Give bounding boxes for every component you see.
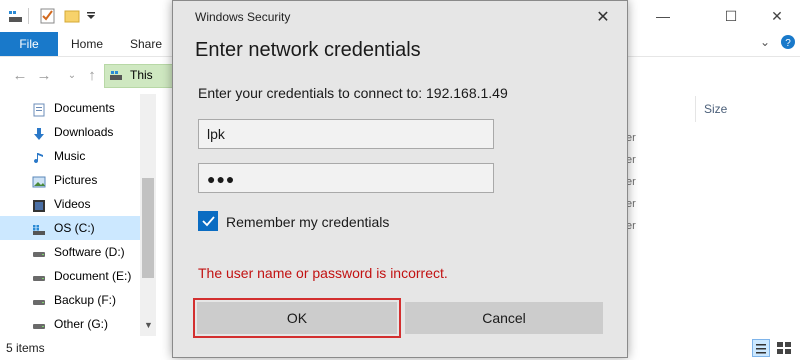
close-icon[interactable]: ✕ bbox=[754, 0, 800, 32]
remember-checkbox[interactable] bbox=[198, 211, 218, 231]
drive-icon bbox=[32, 269, 46, 283]
dialog-heading: Enter network credentials bbox=[195, 39, 421, 61]
nav-item-label: Music bbox=[54, 149, 86, 163]
file-list-area bbox=[628, 94, 800, 336]
nav-item[interactable]: Backup (F:) bbox=[0, 288, 140, 312]
properties-icon[interactable] bbox=[40, 8, 56, 24]
pictures-icon bbox=[32, 173, 46, 188]
nav-item-label: OS (C:) bbox=[54, 221, 95, 235]
password-mask: ●●● bbox=[207, 171, 236, 187]
titlebar-divider bbox=[28, 8, 29, 24]
explorer-app-icon bbox=[8, 8, 24, 24]
scrollbar-thumb[interactable] bbox=[142, 178, 154, 278]
music-icon bbox=[32, 149, 46, 164]
dialog-close-icon[interactable]: ✕ bbox=[585, 5, 621, 31]
column-separator[interactable] bbox=[695, 96, 696, 122]
nav-item-label: Software (D:) bbox=[54, 245, 125, 259]
cancel-button[interactable]: Cancel bbox=[405, 302, 603, 334]
nav-item-label: Other (G:) bbox=[54, 317, 109, 331]
navigation-scrollbar[interactable]: ▼ bbox=[140, 94, 156, 336]
downloads-icon bbox=[32, 125, 46, 140]
nav-item-label: Documents bbox=[54, 101, 115, 115]
nav-item-label: Document (E:) bbox=[54, 269, 132, 283]
back-arrow-icon[interactable]: ← bbox=[10, 66, 30, 86]
drive-icon bbox=[32, 293, 46, 307]
column-header-size[interactable]: Size bbox=[704, 102, 727, 116]
error-message: The user name or password is incorrect. bbox=[198, 265, 448, 281]
help-icon[interactable]: ? bbox=[780, 34, 796, 53]
ribbon-expand-icon[interactable]: ⌄ bbox=[760, 35, 770, 49]
checkmark-icon bbox=[202, 216, 215, 227]
tab-share[interactable]: Share bbox=[130, 32, 162, 56]
nav-item[interactable]: Document (E:) bbox=[0, 264, 140, 288]
svg-text:?: ? bbox=[785, 38, 791, 49]
nav-item-label: Pictures bbox=[54, 173, 98, 187]
nav-item-label: Videos bbox=[54, 197, 91, 211]
tab-file[interactable]: File bbox=[0, 32, 58, 56]
documents-icon bbox=[32, 101, 46, 117]
nav-item-label: Downloads bbox=[54, 125, 114, 139]
new-folder-icon[interactable] bbox=[64, 8, 80, 24]
recent-locations-chevron-icon[interactable]: ⌄ bbox=[62, 66, 82, 86]
username-field[interactable] bbox=[198, 119, 494, 149]
drive-os-icon bbox=[32, 221, 46, 235]
dialog-window-title: Windows Security bbox=[195, 10, 291, 24]
nav-item[interactable]: Other (G:) bbox=[0, 312, 140, 336]
dialog-prompt: Enter your credentials to connect to: 19… bbox=[198, 85, 508, 101]
large-icons-view-icon[interactable] bbox=[776, 340, 792, 359]
password-field[interactable]: ●●● bbox=[198, 163, 494, 193]
nav-item[interactable]: Software (D:) bbox=[0, 240, 140, 264]
nav-item[interactable]: Videos bbox=[0, 192, 140, 216]
ok-highlight-outline bbox=[193, 298, 401, 338]
nav-item-label: Backup (F:) bbox=[54, 293, 117, 307]
item-count: 5 items bbox=[6, 341, 45, 355]
videos-icon bbox=[32, 197, 46, 212]
nav-item[interactable]: Pictures bbox=[0, 168, 140, 192]
minimize-icon[interactable]: — bbox=[640, 0, 686, 32]
navigation-pane: Documents Downloads Music Pictures Videos OS … bbox=[0, 94, 156, 336]
tab-home[interactable]: Home bbox=[71, 32, 103, 56]
forward-arrow-icon[interactable]: → bbox=[34, 66, 54, 86]
drive-icon bbox=[32, 245, 46, 259]
nav-item[interactable]: Documents bbox=[0, 96, 140, 120]
this-pc-icon bbox=[110, 70, 124, 85]
drive-icon bbox=[32, 317, 46, 331]
nav-item[interactable]: Downloads bbox=[0, 120, 140, 144]
remember-label[interactable]: Remember my credentials bbox=[226, 214, 389, 230]
maximize-icon[interactable]: ☐ bbox=[708, 0, 754, 32]
details-view-icon[interactable] bbox=[752, 339, 770, 357]
nav-item[interactable]: OS (C:) bbox=[0, 216, 140, 240]
nav-item[interactable]: Music bbox=[0, 144, 140, 168]
username-input[interactable] bbox=[199, 120, 493, 148]
scroll-down-icon[interactable]: ▼ bbox=[144, 320, 153, 330]
credentials-dialog: Windows Security ✕ Enter network credent… bbox=[172, 0, 628, 358]
address-text: This bbox=[130, 68, 153, 82]
customize-quick-access-icon[interactable] bbox=[86, 10, 102, 26]
up-arrow-icon[interactable]: ↑ bbox=[82, 66, 102, 86]
